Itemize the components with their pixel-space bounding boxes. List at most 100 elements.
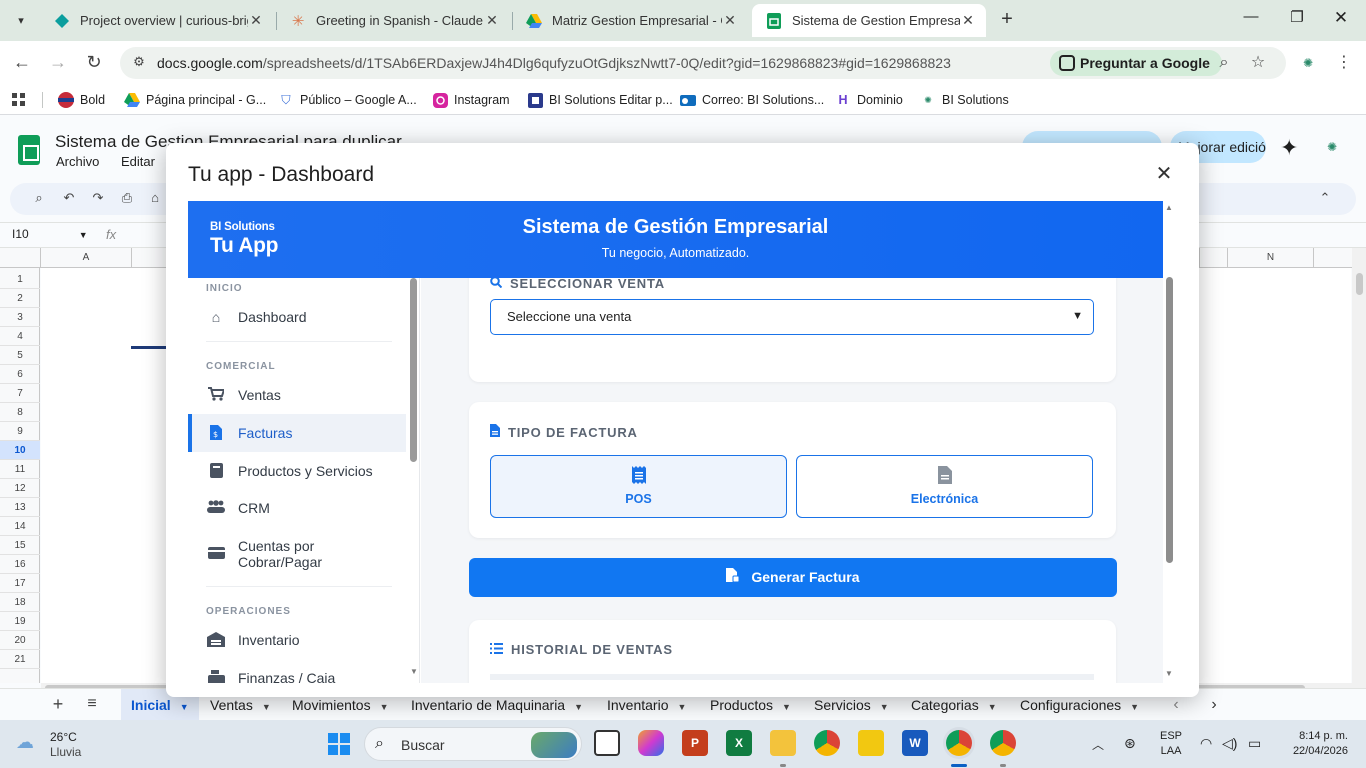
vertical-scrollbar[interactable] [1352,248,1366,683]
scroll-tabs-right-icon[interactable]: › [1204,695,1224,715]
sheets-logo-icon[interactable] [18,135,40,165]
row-header[interactable]: 18 [0,593,40,612]
scroll-thumb[interactable] [1356,273,1363,295]
row-header[interactable]: 4 [0,327,40,346]
bookmark-star-icon[interactable]: ☆ [1248,53,1268,73]
collapse-toolbar-chevron-icon[interactable]: ⌃ [1316,190,1334,208]
browser-tab[interactable]: ✳ Greeting in Spanish - Claude ✕ [276,4,510,37]
column-header[interactable] [1313,248,1352,268]
undo-icon[interactable]: ↶ [60,190,78,208]
sidebar-item-ventas[interactable]: Ventas [188,376,406,414]
file-explorer-icon[interactable] [770,730,796,756]
bookmark-dominio[interactable]: H Dominio [835,91,902,109]
power-bi-icon[interactable] [858,730,884,756]
row-header[interactable]: 11 [0,460,40,479]
address-bar[interactable]: ⚙ docs.google.com/spreadsheets/d/1TSAb6E… [120,47,1286,79]
sale-select-dropdown[interactable]: Seleccione una venta ▼ [490,299,1094,335]
taskbar-search[interactable]: ⌕ Buscar [364,727,582,761]
forward-arrow-icon[interactable]: → [46,51,70,75]
reload-icon[interactable]: ↻ [82,51,106,75]
bookmark-pagina-principal[interactable]: Página principal - G... [124,91,266,109]
column-header-a[interactable]: A [40,248,131,268]
row-header[interactable]: 3 [0,308,40,327]
scroll-thumb[interactable] [410,278,417,462]
search-menus-icon[interactable]: ⌕ [30,190,48,208]
close-tab-icon[interactable]: ✕ [484,12,500,29]
chrome-icon[interactable] [814,730,840,756]
column-header[interactable] [131,248,171,268]
show-hidden-icons-chevron-icon[interactable]: ︿ [1092,736,1104,753]
security-tray-icon[interactable]: ⊛ [1124,735,1136,752]
input-language-indicator[interactable]: ESP LAA [1160,729,1182,759]
dialog-scrollbar[interactable]: ▲ ▼ [1163,201,1177,683]
tab-search-chevron-icon[interactable]: ▾ [8,8,34,32]
scroll-tabs-left-icon[interactable]: ‹ [1166,695,1186,715]
sidebar-scrollbar[interactable]: ▼ [408,278,420,683]
back-arrow-icon[interactable]: ← [10,51,34,75]
extension-icon[interactable]: ✺ [1298,53,1318,73]
row-header[interactable]: 12 [0,479,40,498]
row-header[interactable]: 20 [0,631,40,650]
sheet-tab-caret-icon[interactable]: ▼ [988,702,997,712]
name-box-dropdown-icon[interactable]: ▼ [79,230,88,240]
row-header[interactable]: 16 [0,555,40,574]
sheet-tab-caret-icon[interactable]: ▼ [1130,702,1139,712]
name-box[interactable]: I10 ▼ [12,227,88,241]
sheet-tab-caret-icon[interactable]: ▼ [574,702,583,712]
bookmark-bi-solutions[interactable]: ✺ BI Solutions [920,91,1009,109]
copilot-icon[interactable] [638,730,664,756]
bookmark-bi-solutions-editar[interactable]: BI Solutions Editar p... [527,91,673,109]
new-tab-icon[interactable]: + [996,9,1018,31]
redo-icon[interactable]: ↷ [89,190,107,208]
apps-grid-icon[interactable] [12,91,26,109]
chrome-menu-icon[interactable]: ⋮ [1334,53,1354,73]
sidebar-item-finanzas[interactable]: Finanzas / Caja [188,659,406,683]
all-sheets-menu-icon[interactable]: ≡ [82,694,102,714]
bookmark-correo[interactable]: Correo: BI Solutions... [680,91,824,109]
sheet-tab-caret-icon[interactable]: ▼ [180,702,189,712]
paint-format-icon[interactable]: ⌂ [146,190,164,208]
sidebar-item-inventario[interactable]: Inventario [188,621,406,659]
sheet-tab-caret-icon[interactable]: ▼ [677,702,686,712]
sidebar-item-crm[interactable]: CRM [188,489,406,527]
column-header-n[interactable]: N [1227,248,1313,268]
chrome-profile-active-icon[interactable] [946,730,972,756]
row-header[interactable]: 7 [0,384,40,403]
row-header[interactable]: 5 [0,346,40,365]
sheet-tab-caret-icon[interactable]: ▼ [782,702,791,712]
row-header[interactable]: 1 [0,270,40,289]
sidebar-item-facturas[interactable]: $ Facturas [188,414,406,452]
close-tab-icon[interactable]: ✕ [248,12,264,29]
chrome-profile-cash-icon[interactable] [990,730,1016,756]
zoom-search-icon[interactable]: ⌕ [1214,53,1234,73]
row-header[interactable]: 2 [0,289,40,308]
row-header[interactable]: 19 [0,612,40,631]
url-text[interactable]: docs.google.com/spreadsheets/d/1TSAb6ERD… [157,55,951,71]
sheet-tab-caret-icon[interactable]: ▼ [380,702,389,712]
sidebar-item-dashboard[interactable]: ⌂ Dashboard [188,298,406,336]
print-icon[interactable]: ⎙ [118,190,136,208]
row-header[interactable]: 13 [0,498,40,517]
row-header[interactable]: 15 [0,536,40,555]
battery-icon[interactable]: ▭ [1248,735,1261,752]
invoice-type-pos-button[interactable]: POS [490,455,787,518]
dialog-close-icon[interactable]: ✕ [1152,163,1176,187]
row-header[interactable]: 8 [0,403,40,422]
windows-start-icon[interactable] [328,733,350,755]
menu-archivo[interactable]: Archivo [56,154,99,169]
task-view-icon[interactable] [594,730,620,756]
close-tab-icon[interactable]: ✕ [722,12,738,29]
powerpoint-icon[interactable]: P [682,730,708,756]
generate-invoice-button[interactable]: Generar Factura [469,558,1117,597]
browser-tab[interactable]: Project overview | curious-briga ✕ [40,4,274,37]
row-header[interactable]: 9 [0,422,40,441]
browser-tab-active[interactable]: Sistema de Gestion Empresarial ✕ [752,4,986,37]
row-header[interactable]: 6 [0,365,40,384]
invoice-type-electronica-button[interactable]: Electrónica [796,455,1093,518]
gemini-sparkle-icon[interactable]: ✦ [1280,135,1298,161]
row-header[interactable]: 21 [0,650,40,669]
sheet-tab-caret-icon[interactable]: ▼ [262,702,271,712]
bookmark-instagram[interactable]: Instagram [432,91,510,109]
scroll-thumb[interactable] [1166,277,1173,563]
column-header[interactable] [1199,248,1227,268]
